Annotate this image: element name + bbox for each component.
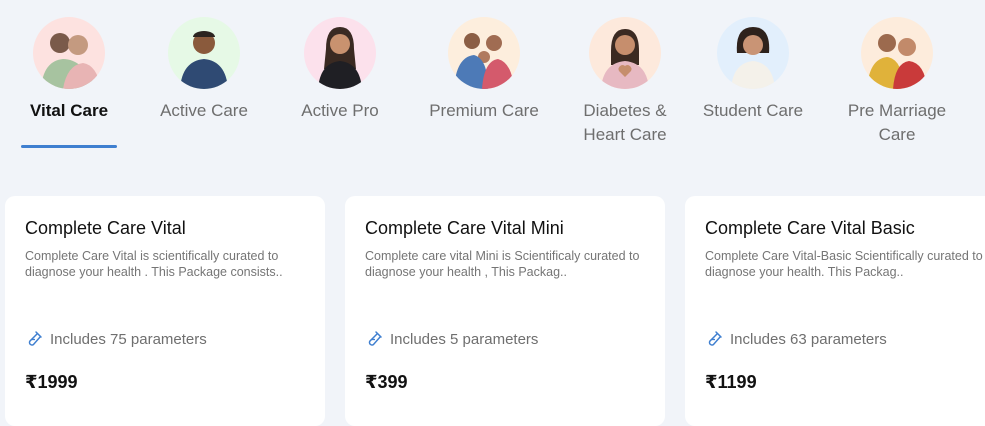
- tab-label: Active Pro: [301, 101, 379, 120]
- tab-pre-marriage-care[interactable]: Pre Marriage Care: [837, 0, 957, 147]
- test-tube-icon: [708, 331, 722, 346]
- card-description: Complete Care Vital is scientifically cu…: [25, 249, 283, 279]
- tab-label: Active Care: [160, 101, 248, 120]
- tab-active-pro[interactable]: Active Pro: [280, 0, 400, 123]
- test-tube-icon: [28, 331, 42, 346]
- tab-label: Pre Marriage Care: [847, 101, 947, 144]
- card-parameters: Includes 75 parameters: [25, 330, 207, 348]
- package-card[interactable]: Complete Care Vital Complete Care Vital …: [5, 196, 325, 426]
- avatar-couple-icon: [861, 17, 933, 89]
- avatar-family-icon: [448, 17, 520, 89]
- package-category-tabs: Vital Care Active Care Active Pro Premiu…: [0, 0, 985, 160]
- avatar-couple-elderly-icon: [33, 17, 105, 89]
- tab-vital-care[interactable]: Vital Care: [9, 0, 129, 123]
- parameters-label: Includes 75 parameters: [50, 330, 207, 348]
- tab-label: Student Care: [702, 101, 804, 120]
- package-card[interactable]: Complete Care Vital Basic Complete Care …: [685, 196, 985, 426]
- avatar-woman-heart-icon: [589, 17, 661, 89]
- tab-diabetes-heart-care[interactable]: Diabetes & Heart Care: [565, 0, 685, 147]
- tab-active-care[interactable]: Active Care: [144, 0, 264, 123]
- parameters-label: Includes 5 parameters: [390, 330, 539, 348]
- tab-label: Diabetes & Heart Care: [583, 101, 667, 144]
- package-card[interactable]: Complete Care Vital Mini Complete care v…: [345, 196, 665, 426]
- card-price: ₹1199: [705, 372, 757, 392]
- avatar-woman-icon: [304, 17, 376, 89]
- card-title: Complete Care Vital: [25, 218, 186, 238]
- tab-label: Vital Care: [29, 101, 109, 120]
- card-title: Complete Care Vital Mini: [365, 218, 564, 238]
- avatar-student-icon: [717, 17, 789, 89]
- card-price: ₹1999: [25, 372, 78, 392]
- card-title: Complete Care Vital Basic: [705, 218, 915, 238]
- active-tab-indicator: [21, 145, 117, 148]
- tab-student-care[interactable]: Student Care: [693, 0, 813, 123]
- card-parameters: Includes 63 parameters: [705, 330, 887, 348]
- card-parameters: Includes 5 parameters: [365, 330, 538, 348]
- card-description: Complete Care Vital-Basic Scientifically…: [705, 249, 983, 279]
- tab-premium-care[interactable]: Premium Care: [424, 0, 544, 123]
- parameters-label: Includes 63 parameters: [730, 330, 887, 348]
- test-tube-icon: [368, 331, 382, 346]
- tab-label: Premium Care: [429, 101, 539, 120]
- card-description: Complete care vital Mini is Scientifical…: [365, 249, 640, 279]
- avatar-man-icon: [168, 17, 240, 89]
- card-price: ₹399: [365, 372, 408, 392]
